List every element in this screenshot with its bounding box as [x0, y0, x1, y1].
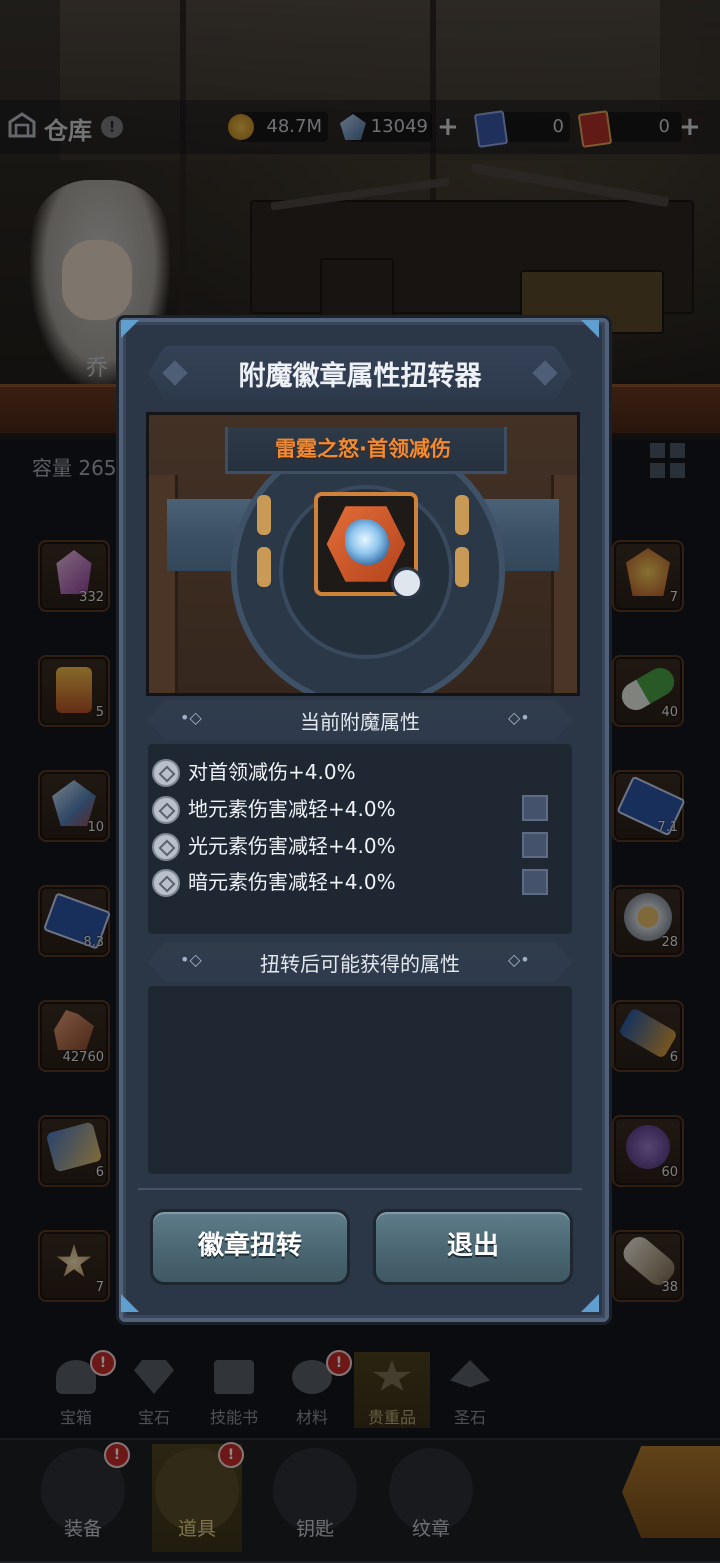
attribute-text: 对首领减伤+4.0% — [188, 760, 356, 784]
twist-badge-button[interactable]: 徽章扭转 — [150, 1209, 350, 1285]
attribute-gem-icon — [152, 869, 180, 897]
attribute-lock-checkbox[interactable] — [522, 869, 548, 895]
ring-notch — [455, 547, 469, 587]
ring-notch — [257, 547, 271, 587]
attribute-gem-icon — [152, 796, 180, 824]
attribute-text: 光元素伤害减轻+4.0% — [188, 834, 396, 858]
badge-preview: 雷霆之怒·首领减伤 — [146, 412, 580, 696]
attribute-lock-checkbox[interactable] — [522, 795, 548, 821]
attribute-gem-icon — [152, 759, 180, 787]
possible-attributes-title: 扭转后可能获得的属性 — [260, 952, 460, 976]
attribute-lock-checkbox[interactable] — [522, 832, 548, 858]
ring-notch — [455, 495, 469, 535]
badge-name: 雷霆之怒·首领减伤 — [275, 437, 451, 461]
dialog-title: 附魔徽章属性扭转器 — [238, 361, 482, 392]
current-attributes-title: 当前附魔属性 — [300, 710, 420, 734]
tier-badge-icon — [391, 567, 423, 599]
attribute-text: 地元素伤害减轻+4.0% — [188, 797, 396, 821]
divider — [138, 1188, 582, 1190]
ring-notch — [257, 495, 271, 535]
possible-attributes-panel — [148, 986, 572, 1174]
attribute-gem-icon — [152, 833, 180, 861]
attribute-text: 暗元素伤害减轻+4.0% — [188, 870, 396, 894]
exit-button[interactable]: 退出 — [373, 1209, 573, 1285]
